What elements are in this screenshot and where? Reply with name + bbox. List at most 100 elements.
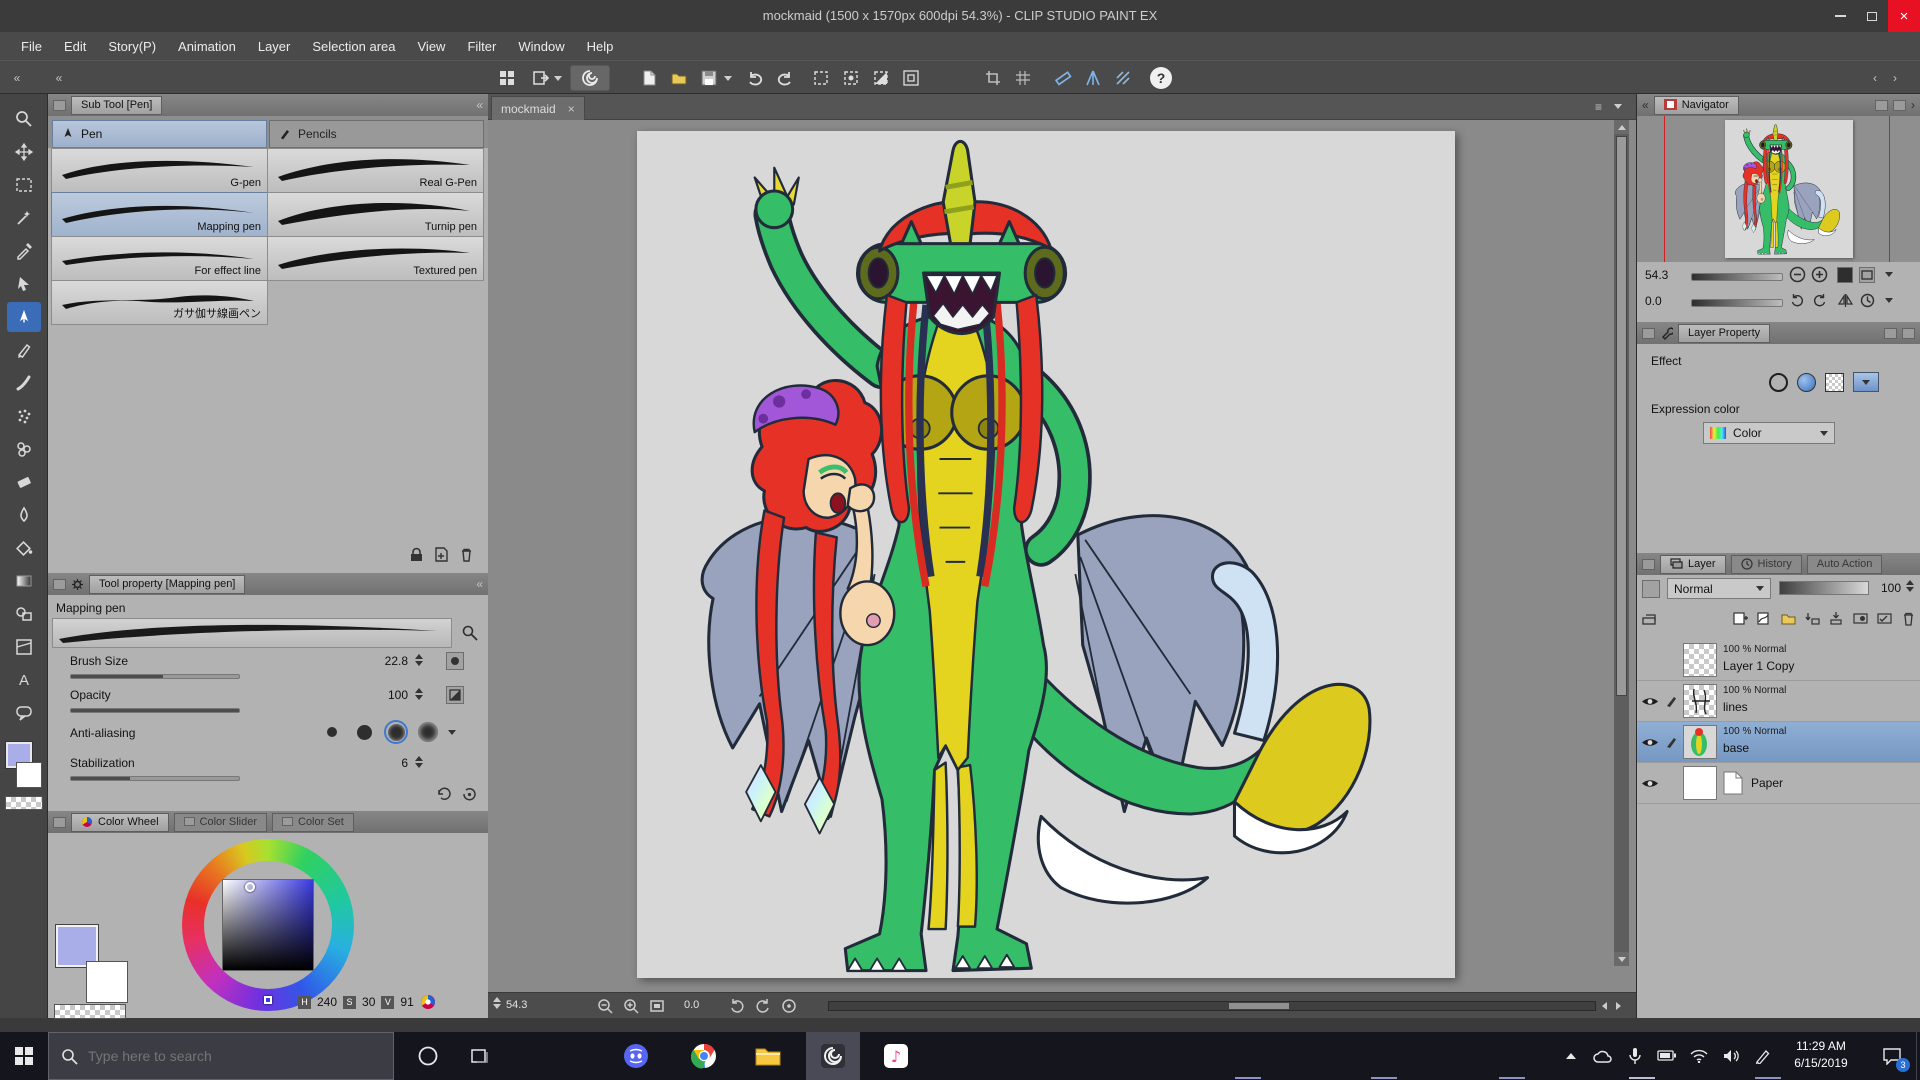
canvas-tab-close-icon[interactable]: × bbox=[568, 102, 575, 116]
zoom-out-button[interactable] bbox=[596, 997, 614, 1018]
workspace-grid-button[interactable] bbox=[494, 65, 520, 91]
maximize-button[interactable] bbox=[1856, 0, 1888, 32]
menu-window[interactable]: Window bbox=[507, 35, 575, 58]
tray-battery[interactable] bbox=[1652, 1032, 1682, 1080]
stabilization-slider[interactable] bbox=[70, 776, 240, 781]
panel-menu-icon[interactable] bbox=[1642, 559, 1655, 570]
snap-ruler-button[interactable] bbox=[1050, 65, 1076, 91]
layer-thumbnail[interactable] bbox=[1683, 643, 1717, 677]
layer-name[interactable]: lines bbox=[1723, 700, 1748, 714]
layer-mask-icon[interactable] bbox=[1852, 610, 1869, 627]
status-rotation-value[interactable]: 0.0 bbox=[684, 999, 699, 1011]
new-layer-icon[interactable] bbox=[1732, 610, 1749, 627]
reset-view-button[interactable] bbox=[780, 997, 798, 1018]
collapse-panel-icon[interactable]: « bbox=[476, 577, 483, 591]
help-button[interactable]: ? bbox=[1150, 67, 1172, 89]
menu-layer[interactable]: Layer bbox=[247, 35, 302, 58]
taskbar-clock[interactable]: 11:29 AM 6/15/2019 bbox=[1778, 1038, 1864, 1072]
aa-none-button[interactable] bbox=[320, 720, 344, 744]
caret-down-icon[interactable] bbox=[448, 730, 456, 735]
decoration-tool[interactable] bbox=[7, 434, 41, 464]
eye-icon[interactable] bbox=[1641, 736, 1659, 749]
layer-thumbnail[interactable] bbox=[1683, 725, 1717, 759]
eraser-tool[interactable] bbox=[7, 467, 41, 497]
sv-square[interactable] bbox=[222, 879, 314, 971]
subtool-turnip-pen[interactable]: Turnip pen bbox=[267, 192, 484, 237]
crop-button[interactable] bbox=[980, 65, 1006, 91]
subtool-effect-line[interactable]: For effect line bbox=[51, 236, 268, 281]
toolbar-scroll-right[interactable]: › bbox=[1888, 65, 1902, 91]
layer-palette-icon[interactable] bbox=[1642, 580, 1660, 598]
rotate-cw-button[interactable] bbox=[754, 997, 772, 1018]
clip-to-layer-icon[interactable] bbox=[1641, 610, 1658, 627]
brush-size-spinner[interactable] bbox=[414, 654, 424, 666]
tone-effect-button[interactable] bbox=[1797, 373, 1816, 392]
subtool-real-gpen[interactable]: Real G-Pen bbox=[267, 148, 484, 193]
nav-actual-size-button[interactable] bbox=[1837, 267, 1853, 283]
layer-name[interactable]: Layer 1 Copy bbox=[1723, 659, 1794, 673]
stabilization-spinner[interactable] bbox=[414, 756, 424, 768]
zoom-spinner[interactable] bbox=[492, 997, 502, 1009]
tray-onedrive[interactable] bbox=[1588, 1032, 1618, 1080]
scroll-left-arrow[interactable] bbox=[1602, 1002, 1607, 1010]
draw-target-icon[interactable] bbox=[1665, 736, 1678, 749]
reset-settings-icon[interactable] bbox=[436, 786, 453, 803]
redo-button[interactable] bbox=[772, 65, 798, 91]
status-zoom-value[interactable]: 54.3 bbox=[506, 999, 527, 1011]
layer-row-layer1copy[interactable]: 100 % Normal Layer 1 Copy bbox=[1637, 640, 1920, 681]
v-scroll-thumb[interactable] bbox=[1616, 136, 1627, 696]
tray-volume[interactable] bbox=[1716, 1032, 1746, 1080]
fit-screen-button[interactable] bbox=[648, 997, 666, 1018]
canvas-tab-mockmaid[interactable]: mockmaid × bbox=[491, 96, 585, 120]
open-file-button[interactable] bbox=[666, 65, 692, 91]
delete-subtool-icon[interactable] bbox=[458, 546, 475, 563]
subtool-textured-pen[interactable]: Textured pen bbox=[267, 236, 484, 281]
lock-icon[interactable] bbox=[408, 546, 425, 563]
border-effect-button[interactable] bbox=[1769, 373, 1788, 392]
menu-animation[interactable]: Animation bbox=[167, 35, 247, 58]
export-button[interactable] bbox=[528, 65, 554, 91]
layer-row-base[interactable]: 100 % Normal base bbox=[1637, 722, 1920, 763]
task-view-button[interactable] bbox=[456, 1032, 504, 1080]
zoom-in-button[interactable] bbox=[622, 997, 640, 1018]
layer-property-pin-icon[interactable] bbox=[1902, 328, 1915, 339]
taskbar-explorer[interactable] bbox=[744, 1032, 792, 1080]
zoom-tool[interactable] bbox=[7, 104, 41, 134]
tab-color-wheel[interactable]: Color Wheel bbox=[71, 813, 169, 832]
new-subtool-icon[interactable] bbox=[433, 546, 450, 563]
canvas-vertical-scrollbar[interactable] bbox=[1614, 120, 1629, 966]
close-button[interactable]: × bbox=[1888, 0, 1920, 32]
delete-layer-icon[interactable] bbox=[1900, 610, 1917, 627]
layer-opacity-value[interactable]: 100 bbox=[1873, 581, 1901, 595]
layer-row-paper[interactable]: Paper bbox=[1637, 763, 1920, 804]
tab-pencils[interactable]: Pencils bbox=[269, 120, 484, 148]
nav-rotate-cw-button[interactable] bbox=[1811, 292, 1828, 314]
navigator-zoom-value[interactable]: 54.3 bbox=[1645, 268, 1679, 282]
canvas-horizontal-scrollbar[interactable] bbox=[828, 1001, 1596, 1011]
tool-property-tab[interactable]: Tool property [Mapping pen] bbox=[89, 575, 245, 594]
opacity-value[interactable]: 100 bbox=[348, 688, 408, 702]
grid-view-button[interactable] bbox=[1010, 65, 1036, 91]
start-button[interactable] bbox=[0, 1032, 48, 1080]
reselect-button[interactable] bbox=[838, 65, 864, 91]
register-settings-icon[interactable] bbox=[461, 786, 478, 803]
sv-cursor[interactable] bbox=[245, 882, 255, 892]
transfer-layer-icon[interactable] bbox=[1804, 610, 1821, 627]
text-tool[interactable]: A bbox=[7, 665, 41, 695]
search-input[interactable] bbox=[88, 1048, 368, 1064]
menu-help[interactable]: Help bbox=[576, 35, 625, 58]
action-center-button[interactable]: 3 bbox=[1872, 1032, 1912, 1080]
tab-auto-action[interactable]: Auto Action bbox=[1807, 555, 1883, 574]
menu-selection-area[interactable]: Selection area bbox=[301, 35, 406, 58]
aa-weak-button[interactable] bbox=[352, 720, 376, 744]
collapse-left-dock-button[interactable]: « bbox=[4, 65, 30, 91]
show-desktop-button[interactable] bbox=[1916, 1032, 1920, 1080]
tray-pen[interactable] bbox=[1748, 1032, 1778, 1080]
figure-tool[interactable] bbox=[7, 599, 41, 629]
new-file-button[interactable] bbox=[636, 65, 662, 91]
s-value[interactable]: 30 bbox=[362, 995, 375, 1009]
panel-menu-icon[interactable] bbox=[53, 579, 66, 590]
save-button[interactable] bbox=[696, 65, 722, 91]
gradient-tool[interactable] bbox=[7, 566, 41, 596]
minimize-button[interactable] bbox=[1824, 0, 1856, 32]
